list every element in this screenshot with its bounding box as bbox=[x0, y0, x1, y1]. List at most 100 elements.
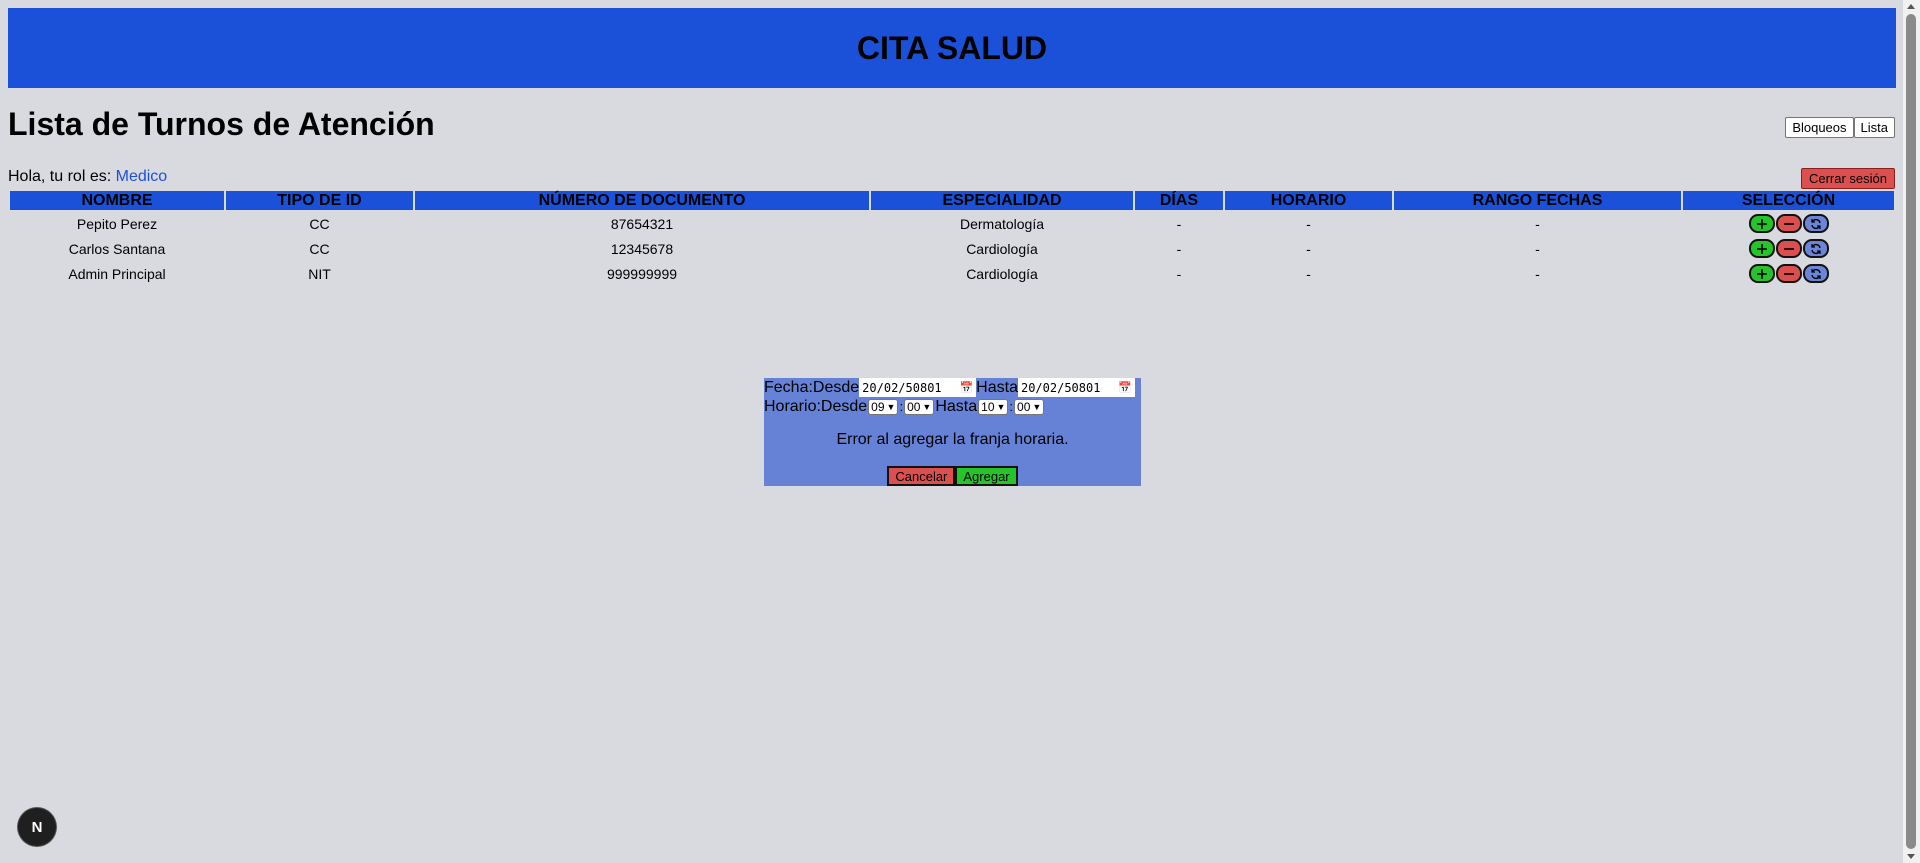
time-separator: : bbox=[899, 399, 904, 414]
calendar-icon[interactable]: 📅 bbox=[1118, 381, 1132, 394]
hora-hasta-value: 10 bbox=[981, 399, 995, 414]
plus-icon bbox=[1756, 243, 1767, 254]
column-header-documento: NÚMERO DE DOCUMENTO bbox=[415, 191, 869, 210]
min-hasta-value: 00 bbox=[1017, 399, 1031, 414]
plus-icon bbox=[1756, 218, 1767, 229]
min-desde-select[interactable]: 00 ▼ bbox=[904, 398, 935, 415]
cell-seleccion bbox=[1683, 212, 1894, 235]
column-header-nombre: NOMBRE bbox=[10, 191, 224, 210]
chevron-down-icon: ▼ bbox=[1032, 401, 1042, 412]
cell-documento: 87654321 bbox=[610, 215, 674, 232]
dev-tools-badge[interactable]: N bbox=[18, 808, 56, 846]
error-message: Error al agregar la franja horaria. bbox=[836, 431, 1069, 448]
page-title: Lista de Turnos de Atención bbox=[8, 106, 435, 142]
cell-nombre: Carlos Santana bbox=[68, 240, 166, 257]
min-desde-value: 00 bbox=[907, 399, 921, 414]
remove-turno-button[interactable] bbox=[1775, 264, 1802, 283]
cell-dias: - bbox=[1176, 265, 1182, 282]
column-header-seleccion: SELECCIÓN bbox=[1683, 191, 1894, 210]
refresh-icon bbox=[1810, 243, 1821, 254]
dev-tools-letter: N bbox=[31, 818, 43, 836]
scroll-down-icon[interactable] bbox=[1907, 854, 1915, 859]
user-greeting: Hola, tu rol es: Medico bbox=[8, 168, 167, 186]
horario-desde-label: Desde bbox=[820, 397, 868, 416]
fecha-desde-value: 20/02/50801 bbox=[862, 380, 942, 395]
time-separator: : bbox=[1009, 399, 1014, 414]
add-turno-button[interactable] bbox=[1748, 239, 1775, 258]
cancel-button[interactable]: Cancelar bbox=[887, 466, 956, 486]
bloqueos-button[interactable]: Bloqueos bbox=[1785, 117, 1854, 138]
cell-rango-fechas: - bbox=[1535, 240, 1540, 257]
cell-dias: - bbox=[1176, 215, 1182, 232]
vertical-scrollbar[interactable] bbox=[1903, 0, 1920, 863]
scroll-up-icon[interactable] bbox=[1907, 4, 1915, 9]
cell-especialidad: Cardiología bbox=[966, 265, 1038, 282]
cell-horario: - bbox=[1306, 265, 1311, 282]
column-header-tipo-id: TIPO DE ID bbox=[226, 191, 413, 210]
column-header-especialidad: ESPECIALIDAD bbox=[871, 191, 1133, 210]
min-hasta-select[interactable]: 00 ▼ bbox=[1014, 398, 1045, 415]
cell-rango-fechas: - bbox=[1535, 215, 1540, 232]
cell-seleccion bbox=[1683, 237, 1894, 260]
add-turno-button[interactable] bbox=[1748, 264, 1775, 283]
plus-icon bbox=[1756, 268, 1767, 279]
cell-especialidad: Cardiología bbox=[966, 240, 1038, 257]
scrollbar-thumb[interactable] bbox=[1906, 14, 1916, 849]
column-header-horario: HORARIO bbox=[1225, 191, 1392, 210]
fecha-hasta-label: Hasta bbox=[976, 378, 1018, 397]
column-header-rango-fechas: RANGO FECHAS bbox=[1394, 191, 1681, 210]
table-row: Pepito Perez CC 87654321 Dermatología - … bbox=[10, 212, 1894, 235]
horario-row: Horario: Desde 09 ▼ : 00 ▼ Hasta 10 ▼ : 00 ▼ bbox=[764, 397, 1045, 416]
refresh-icon bbox=[1810, 268, 1821, 279]
refresh-icon bbox=[1810, 218, 1821, 229]
fecha-hasta-input[interactable]: 20/02/50801 📅 bbox=[1017, 378, 1135, 397]
logout-button[interactable]: Cerrar sesión bbox=[1800, 168, 1895, 189]
modal-actions: Cancelar Agregar bbox=[764, 466, 1141, 486]
franja-horaria-modal: Fecha: Desde 20/02/50801 📅 Hasta 20/02/5… bbox=[764, 378, 1141, 486]
cell-horario: - bbox=[1306, 240, 1311, 257]
add-turno-button[interactable] bbox=[1748, 214, 1775, 233]
cell-nombre: Pepito Perez bbox=[76, 215, 158, 232]
remove-turno-button[interactable] bbox=[1775, 214, 1802, 233]
user-role: Medico bbox=[115, 168, 168, 185]
remove-turno-button[interactable] bbox=[1775, 239, 1802, 258]
cell-tipo-id: NIT bbox=[308, 265, 331, 282]
turnos-table: NOMBRE TIPO DE ID NÚMERO DE DOCUMENTO ES… bbox=[8, 189, 1896, 287]
chevron-down-icon: ▼ bbox=[886, 401, 896, 412]
chevron-down-icon: ▼ bbox=[996, 401, 1006, 412]
fecha-desde-input[interactable]: 20/02/50801 📅 bbox=[859, 378, 977, 397]
cell-horario: - bbox=[1306, 215, 1311, 232]
column-header-dias: DÍAS bbox=[1135, 191, 1223, 210]
fecha-row: Fecha: Desde 20/02/50801 📅 Hasta 20/02/5… bbox=[764, 378, 1135, 397]
page: CITA SALUD Lista de Turnos de Atención B… bbox=[0, 0, 1903, 863]
cell-tipo-id: CC bbox=[309, 215, 330, 232]
greeting-text: Hola, tu rol es: bbox=[8, 168, 112, 185]
hora-desde-select[interactable]: 09 ▼ bbox=[868, 398, 899, 415]
add-button[interactable]: Agregar bbox=[955, 466, 1018, 486]
horario-label: Horario: bbox=[764, 397, 821, 416]
refresh-turno-button[interactable] bbox=[1802, 264, 1829, 283]
minus-icon bbox=[1783, 222, 1794, 225]
hora-hasta-select[interactable]: 10 ▼ bbox=[978, 398, 1009, 415]
cell-especialidad: Dermatología bbox=[959, 215, 1045, 232]
cell-documento: 12345678 bbox=[610, 240, 674, 257]
horario-hasta-label: Hasta bbox=[935, 397, 978, 416]
table-row: Carlos Santana CC 12345678 Cardiología -… bbox=[10, 237, 1894, 260]
cell-tipo-id: CC bbox=[309, 240, 330, 257]
cell-rango-fechas: - bbox=[1535, 265, 1540, 282]
calendar-icon[interactable]: 📅 bbox=[959, 381, 973, 394]
fecha-desde-label: Desde bbox=[812, 378, 860, 397]
cell-documento: 999999999 bbox=[606, 265, 678, 282]
lista-button[interactable]: Lista bbox=[1853, 117, 1895, 138]
minus-icon bbox=[1783, 247, 1794, 250]
fecha-hasta-value: 20/02/50801 bbox=[1020, 380, 1101, 395]
minus-icon bbox=[1783, 272, 1794, 275]
app-title: CITA SALUD bbox=[856, 29, 1048, 66]
chevron-down-icon: ▼ bbox=[922, 401, 932, 412]
app-header: CITA SALUD bbox=[8, 8, 1896, 88]
cell-dias: - bbox=[1176, 240, 1182, 257]
refresh-turno-button[interactable] bbox=[1802, 214, 1829, 233]
refresh-turno-button[interactable] bbox=[1802, 239, 1829, 258]
cell-seleccion bbox=[1683, 262, 1894, 285]
hora-desde-value: 09 bbox=[871, 399, 885, 414]
